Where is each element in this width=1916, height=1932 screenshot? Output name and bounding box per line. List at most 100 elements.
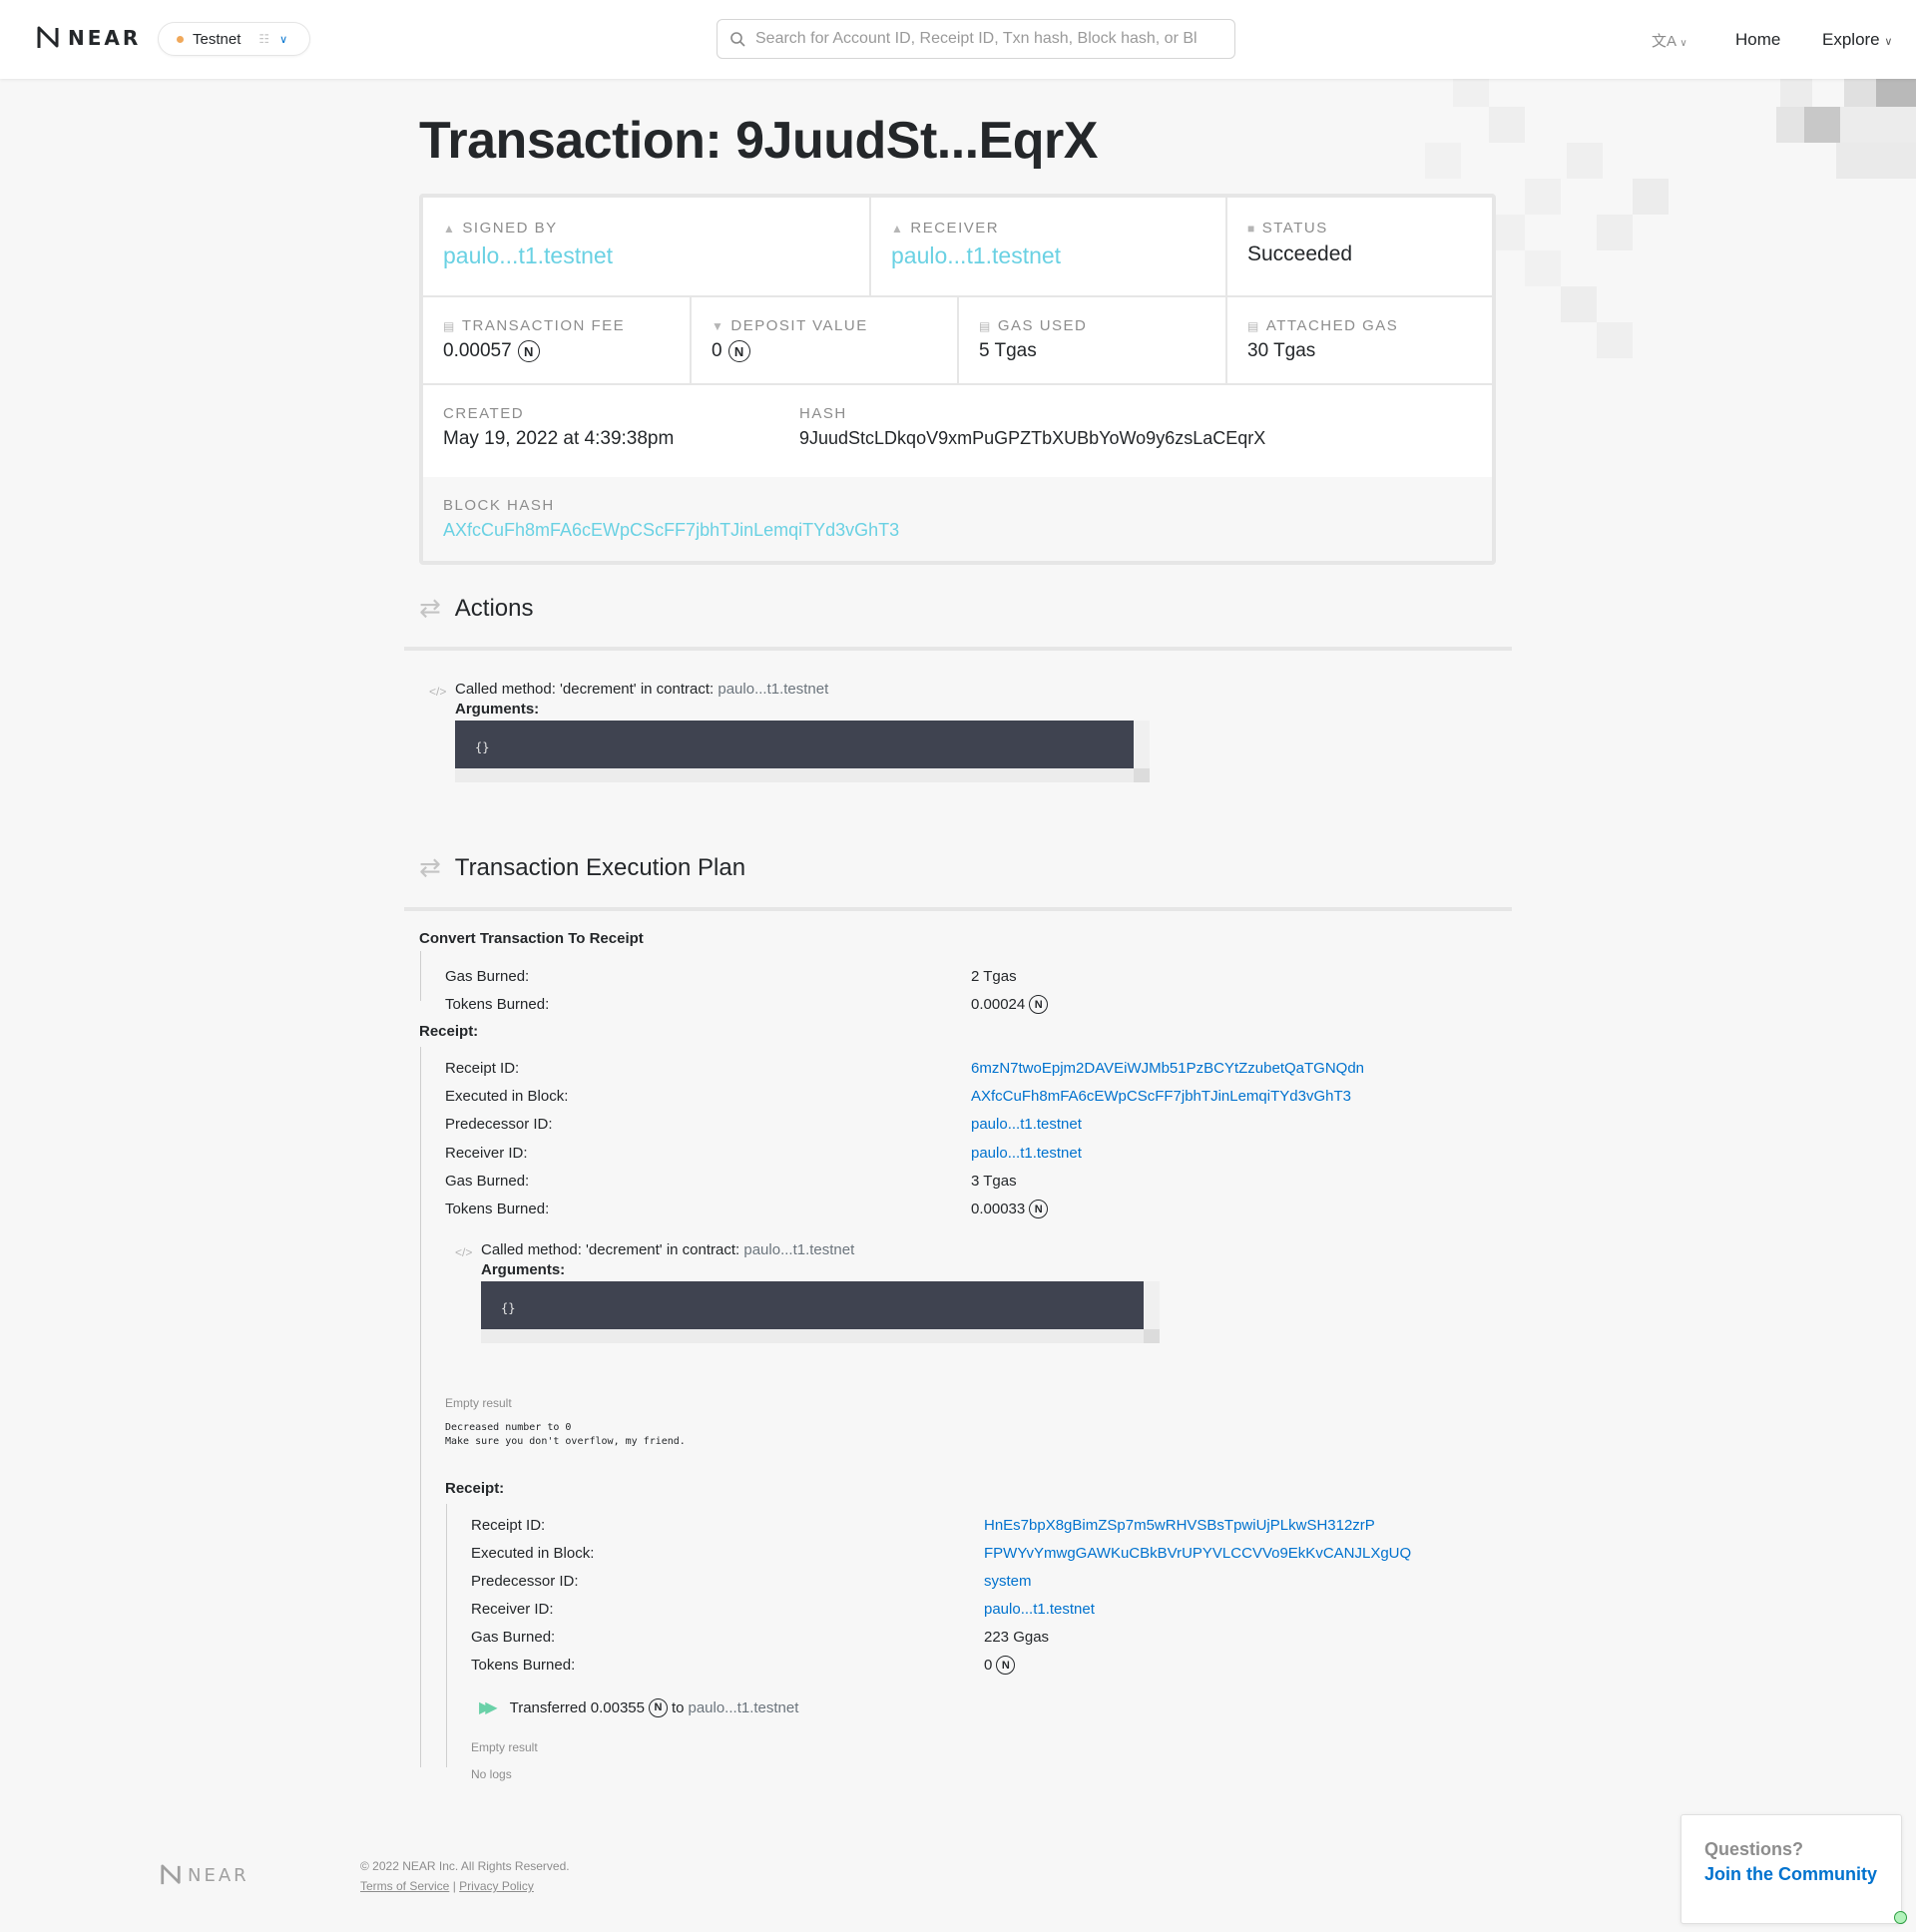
near-token-icon: N (648, 1697, 668, 1717)
convert-gas-label: Gas Burned: (445, 968, 530, 985)
nav-home-link[interactable]: Home (1735, 30, 1780, 50)
receipt-title: Receipt: (419, 1023, 479, 1040)
footer-copyright-block: © 2022 NEAR Inc. All Rights Reserved. Te… (360, 1856, 570, 1896)
transfer-action: ▶▶ Transferred 0.00355 N to paulo...t1.t… (479, 1697, 798, 1717)
transfer-account-link[interactable]: paulo...t1.testnet (688, 1699, 798, 1716)
called-method-text: Called method: 'decrement' in contract: (455, 681, 715, 698)
signed-by-link[interactable]: paulo...t1.testnet (443, 242, 613, 269)
logo-text: NEAR (68, 26, 142, 50)
convert-tokens-value: 0.00024 (971, 996, 1026, 1013)
tokens-burned-value: 0.00033 (971, 1201, 1026, 1217)
community-widget[interactable]: Questions? Join the Community (1680, 1814, 1902, 1924)
translate-icon: 文A (1652, 33, 1676, 50)
network-selector[interactable]: Testnet ☷ ∨ (158, 22, 310, 56)
near-token-icon: N (1029, 1200, 1049, 1218)
executed-block-label: Executed in Block: (471, 1545, 595, 1562)
footer: NEAR © 2022 NEAR Inc. All Rights Reserve… (0, 1796, 1916, 1932)
arguments-code-box[interactable]: {} (455, 721, 1150, 782)
filter-icon: ▼ (712, 318, 725, 333)
receiver-link[interactable]: paulo...t1.testnet (891, 242, 1061, 269)
user-icon: ▲ (443, 221, 457, 236)
attached-gas-cell: ▤ ATTACHED GAS 30 Tgas (1247, 317, 1399, 362)
network-status-dot (177, 35, 184, 43)
receipt-id-link[interactable]: 6mzN7twoEpjm2DAVEiWJMb51PzBCYtZzubetQaTG… (971, 1060, 1364, 1077)
nav-explore-label: Explore (1822, 30, 1880, 49)
status-cell: ■ STATUS Succeeded (1247, 220, 1353, 266)
chevron-down-icon: ∨ (279, 33, 288, 46)
deposit-value-cell: ▼ DEPOSIT VALUE 0N (712, 317, 868, 362)
coins-icon: ▤ (979, 318, 992, 333)
near-token-icon: N (517, 340, 540, 362)
attached-gas-label: ATTACHED GAS (1265, 317, 1399, 334)
receiver-cell: ▲ RECEIVER paulo...t1.testnet (891, 220, 1062, 269)
result-text: Empty result (445, 1396, 512, 1410)
gas-used-cell: ▤ GAS USED 5 Tgas (979, 317, 1088, 362)
block-hash-label: BLOCK HASH (443, 497, 555, 514)
arguments-code-box[interactable]: {} (481, 1281, 1160, 1343)
search-bar (717, 19, 1235, 59)
signed-by-label: SIGNED BY (462, 220, 558, 237)
attached-gas-value: 30 Tgas (1247, 340, 1316, 361)
transfer-to-text: to (671, 1698, 685, 1716)
language-selector[interactable]: 文A ∨ (1652, 30, 1687, 51)
gas-used-value: 5 Tgas (979, 340, 1037, 361)
receipt-id-link[interactable]: HnEs7bpX8gBimZSp7m5wRHVSBsTpwiUjPLkwSH31… (984, 1517, 1375, 1534)
receiver-id-link[interactable]: paulo...t1.testnet (971, 1145, 1082, 1162)
contract-link[interactable]: paulo...t1.testnet (743, 1241, 854, 1258)
deposit-value-label: DEPOSIT VALUE (730, 317, 868, 334)
nav-explore-menu[interactable]: Explore ∨ (1822, 30, 1892, 50)
search-icon (730, 32, 745, 47)
tokens-burned-row: 0N (984, 1656, 1016, 1675)
actions-heading: ⇄ Actions (419, 593, 534, 624)
predecessor-link[interactable]: paulo...t1.testnet (971, 1116, 1082, 1133)
search-input[interactable] (755, 30, 1224, 48)
user-icon: ▲ (891, 221, 905, 236)
tree-line (420, 951, 421, 1001)
receipt-action-function-call: </> Called method: 'decrement' in contra… (455, 1241, 1180, 1343)
divider (404, 647, 1512, 651)
gas-burned-value: 223 Ggas (984, 1629, 1050, 1646)
predecessor-label: Predecessor ID: (471, 1573, 579, 1590)
receipt-id-label: Receipt ID: (471, 1517, 546, 1534)
near-logo-icon (161, 1864, 181, 1885)
near-logo[interactable]: NEAR (36, 26, 141, 50)
terms-link[interactable]: Terms of Service (360, 1879, 449, 1893)
near-token-icon: N (1029, 995, 1049, 1014)
chevron-down-icon: ∨ (1884, 36, 1893, 48)
privacy-link[interactable]: Privacy Policy (459, 1879, 534, 1893)
arguments-label: Arguments: (455, 701, 540, 718)
action-function-call: </> Called method: 'decrement' in contra… (429, 681, 1154, 782)
convert-gas-value: 2 Tgas (971, 968, 1017, 985)
predecessor-label: Predecessor ID: (445, 1116, 553, 1133)
arguments-code: {} (475, 740, 490, 754)
transaction-fee-cell: ▤ TRANSACTION FEE 0.00057 N (443, 317, 626, 362)
footer-logo[interactable]: NEAR (160, 1864, 249, 1886)
transaction-summary-card: ▲ SIGNED BY paulo...t1.testnet ▲ RECEIVER … (419, 194, 1496, 565)
arrows-exchange-icon: ⇄ (419, 593, 441, 623)
contract-link[interactable]: paulo...t1.testnet (718, 681, 828, 698)
gas-used-label: GAS USED (997, 317, 1088, 334)
gas-burned-label: Gas Burned: (471, 1629, 556, 1646)
execution-plan-heading: ⇄ Transaction Execution Plan (419, 852, 745, 883)
convert-tokens-row: 0.00024 N (971, 995, 1049, 1014)
receiver-id-link[interactable]: paulo...t1.testnet (984, 1601, 1095, 1618)
hash-cell: HASH 9JuudStcLDkqoV9xmPuGPZTbXUBbYoWo9y6… (799, 405, 1266, 449)
nested-receipt-title: Receipt: (445, 1480, 505, 1497)
top-nav-bar: NEAR Testnet ☷ ∨ 文A ∨ Home Explore ∨ (0, 0, 1916, 79)
block-hash-link[interactable]: AXfcCuFh8mFA6cEWpCScFF7jbhTJinLemqiTYd3v… (443, 520, 1492, 541)
executed-block-link[interactable]: FPWYvYmwgGAWKuCBkBVrUPYVLCCVVo9EkKvCANJL… (984, 1545, 1411, 1562)
status-value: Succeeded (1247, 242, 1353, 265)
footer-logo-text: NEAR (188, 1864, 249, 1886)
predecessor-link[interactable]: system (984, 1573, 1032, 1590)
convert-tokens-label: Tokens Burned: (445, 996, 550, 1013)
chevron-down-icon: ∨ (1679, 38, 1687, 49)
signal-icon: ☷ (258, 32, 270, 46)
scroll-corner (1144, 1329, 1160, 1343)
receipt-id-label: Receipt ID: (445, 1060, 520, 1077)
created-cell: CREATED May 19, 2022 at 4:39:38pm (443, 405, 675, 450)
executed-block-link[interactable]: AXfcCuFh8mFA6cEWpCScFF7jbhTJinLemqiTYd3v… (971, 1088, 1351, 1105)
questions-text: Questions? (1704, 1839, 1804, 1859)
signed-by-cell: ▲ SIGNED BY paulo...t1.testnet (443, 220, 614, 269)
status-label: STATUS (1261, 220, 1328, 237)
join-community-link[interactable]: Join the Community (1704, 1864, 1901, 1885)
